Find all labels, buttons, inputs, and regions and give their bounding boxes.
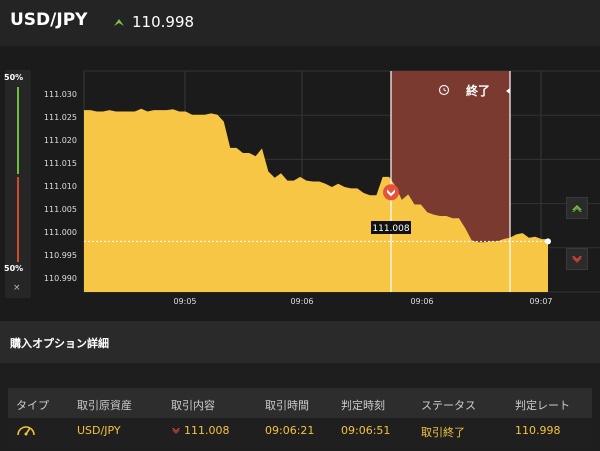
entry-marker-icon (383, 184, 399, 201)
x-tick-label: 09:07 (529, 297, 552, 306)
y-axis-ticks: 111.030 111.025 111.020 111.015 111.010 111.0… (44, 90, 77, 283)
y-tick-label: 111.030 (44, 90, 77, 99)
column-header-judge-time: 判定時刻 (341, 399, 385, 412)
column-header-type: タイプ (16, 399, 49, 412)
x-tick-label: 09:06 (410, 297, 433, 306)
y-tick-label: 110.995 (44, 251, 77, 260)
currency-pair-title: USD/JPY (10, 10, 88, 30)
current-price: 110.998 (132, 13, 195, 31)
down-chevron-icon (172, 428, 180, 434)
x-axis-ticks: 09:05 09:06 09:06 09:07 (173, 297, 552, 306)
y-tick-label: 110.990 (44, 274, 77, 283)
up-chevron-icon (572, 205, 582, 212)
row-judge-rate: 110.998 (515, 424, 561, 437)
y-tick-label: 111.025 (44, 113, 77, 122)
row-asset: USD/JPY (77, 424, 121, 437)
row-trade-time: 09:06:21 (265, 424, 315, 437)
x-tick-label: 09:05 (173, 297, 196, 306)
current-rate-dot (545, 238, 551, 245)
header-bar: USD/JPY 110.998 (0, 0, 600, 46)
x-tick-label: 09:06 (290, 297, 313, 306)
column-header-asset: 取引原資産 (77, 399, 132, 412)
row-judge-time: 09:06:51 (341, 424, 391, 437)
down-chevron-icon (572, 256, 582, 263)
column-header-trade: 取引内容 (171, 399, 215, 412)
gauge-icon (17, 426, 35, 436)
price-chart: 111.030 111.025 111.020 111.015 111.010 111.0… (44, 70, 600, 306)
low-button[interactable] (566, 248, 588, 270)
y-tick-label: 111.015 (44, 159, 77, 168)
up-triangle-icon (114, 19, 124, 26)
column-header-judge-rate: 判定レート (515, 399, 570, 412)
details-section-header: 購入オプション詳細 (0, 321, 600, 363)
entry-rate-label: 111.008 (372, 224, 409, 234)
y-tick-label: 111.000 (44, 228, 77, 237)
y-tick-label: 111.010 (44, 182, 77, 191)
row-status: 取引終了 (421, 426, 465, 439)
y-tick-label: 111.005 (44, 205, 77, 214)
row-trade: 111.008 (184, 424, 230, 437)
column-header-status: ステータス (421, 399, 476, 412)
column-header-trade-time: 取引時間 (265, 399, 309, 412)
y-tick-label: 111.020 (44, 136, 77, 145)
end-label: 終了 (466, 83, 490, 98)
details-title: 購入オプション詳細 (10, 337, 109, 350)
high-button[interactable] (566, 197, 588, 219)
